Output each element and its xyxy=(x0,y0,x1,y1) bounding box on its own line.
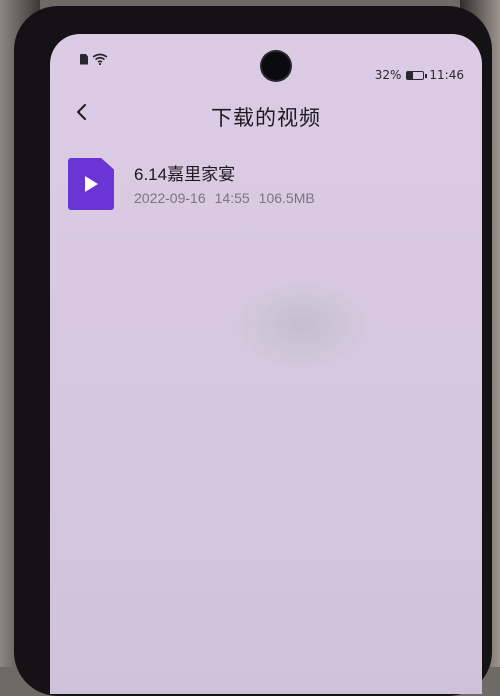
video-meta: 2022-09-16 14:55 106.5MB xyxy=(134,190,315,206)
battery-icon xyxy=(406,70,428,80)
page-title: 下载的视频 xyxy=(211,106,321,130)
status-bar-left xyxy=(80,53,108,65)
video-date: 2022-09-16 xyxy=(134,190,206,206)
list-item[interactable]: 6.14嘉里家宴 2022-09-16 14:55 106.5MB xyxy=(68,156,468,216)
sim-icon xyxy=(80,53,88,65)
play-icon xyxy=(85,176,98,192)
front-camera xyxy=(262,52,290,80)
battery-percent: 32% xyxy=(374,68,402,82)
battery-fill xyxy=(407,71,413,79)
status-bar-right: 32% 11:46 xyxy=(375,68,464,82)
phone-screen: 32% 11:46 下载的视频 6.14嘉里家宴 2022-09-16 14:5… xyxy=(50,34,482,694)
phone-frame: 32% 11:46 下载的视频 6.14嘉里家宴 2022-09-16 14:5… xyxy=(14,6,492,696)
video-time: 14:55 xyxy=(214,190,250,206)
clock: 11:46 xyxy=(429,68,464,82)
video-file-icon xyxy=(68,158,114,210)
video-title: 6.14嘉里家宴 xyxy=(134,165,236,184)
video-size: 106.5MB xyxy=(258,190,315,206)
wifi-icon xyxy=(92,53,108,65)
